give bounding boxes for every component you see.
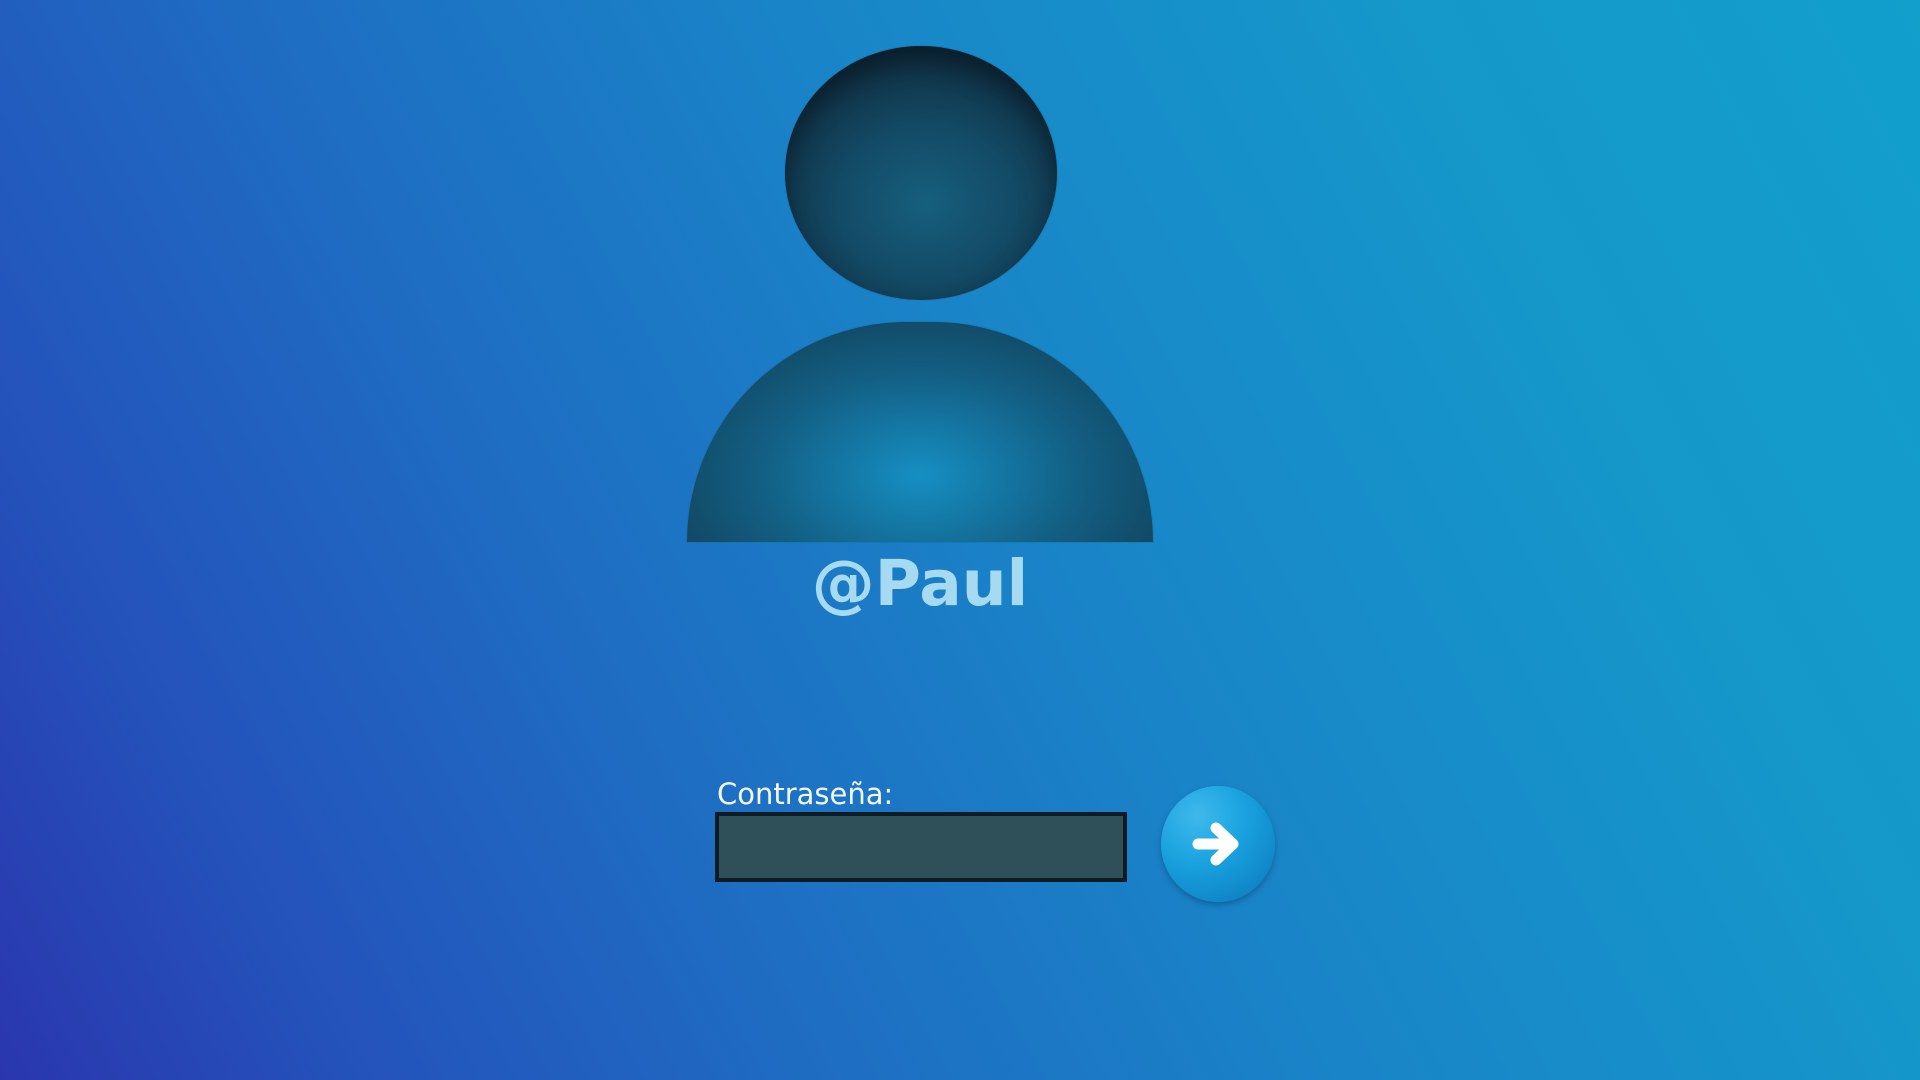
submit-button[interactable]	[1161, 786, 1275, 902]
username-label: @Paul	[811, 547, 1029, 620]
password-label: Contraseña:	[717, 777, 894, 811]
user-avatar-icon	[685, 44, 1155, 544]
avatar-body	[687, 322, 1153, 542]
login-screen: @Paul Contraseña:	[0, 0, 1920, 1080]
password-input[interactable]	[715, 812, 1127, 882]
arrow-right-icon	[1192, 822, 1239, 866]
avatar-head	[785, 46, 1057, 300]
